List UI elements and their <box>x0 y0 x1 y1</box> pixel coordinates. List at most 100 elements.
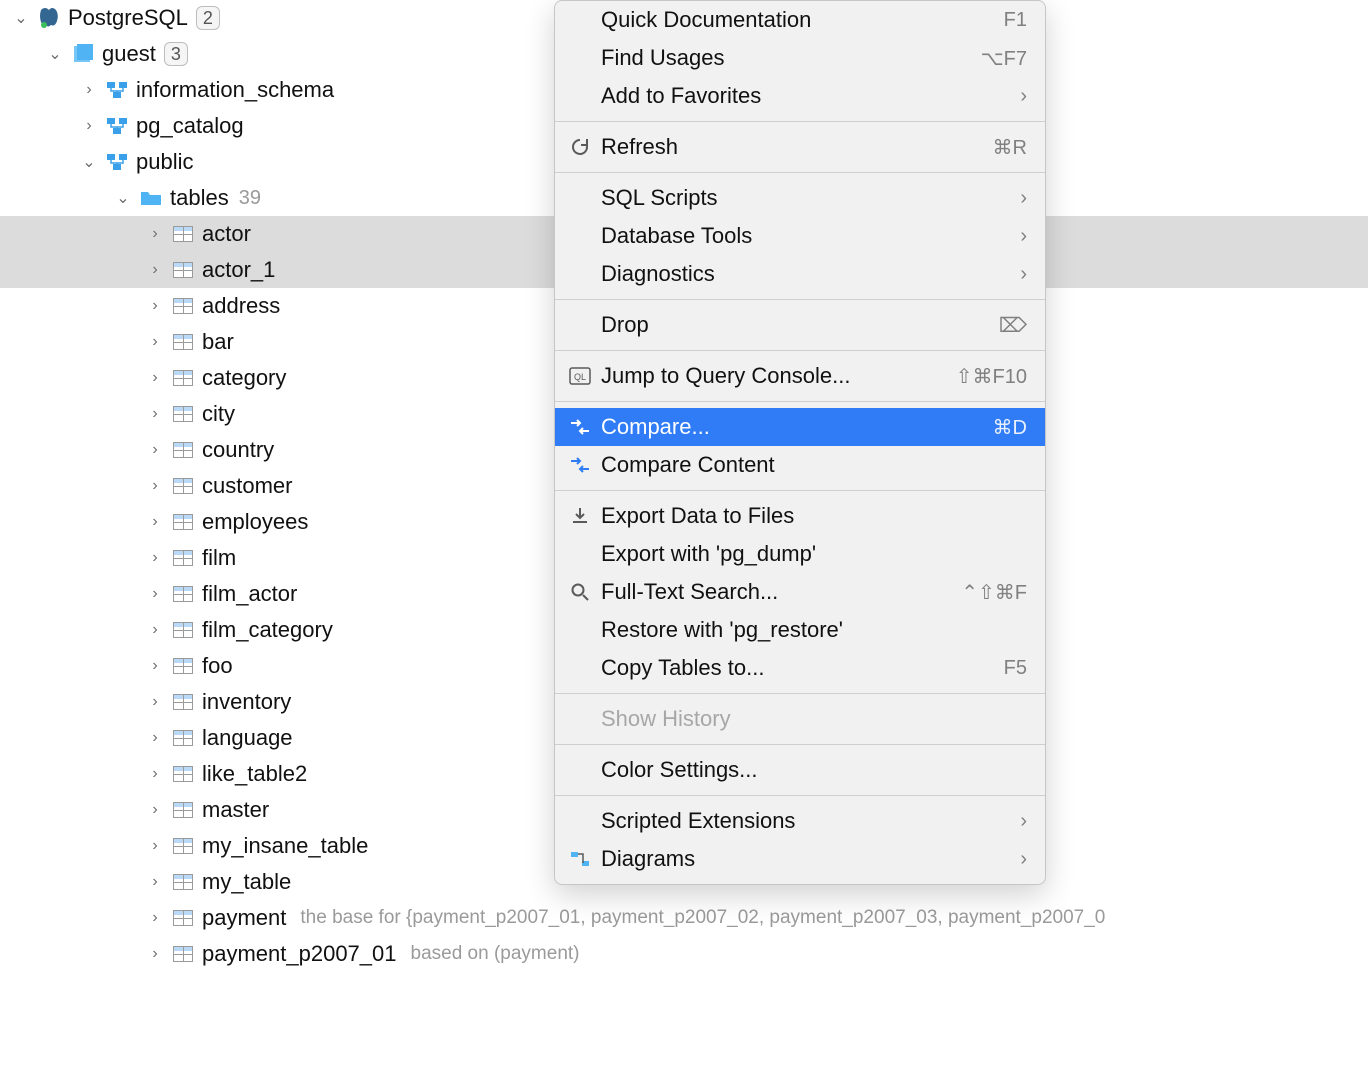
refresh-icon <box>567 137 593 157</box>
svg-text:QL: QL <box>574 372 586 382</box>
menu-item[interactable]: Diagrams› <box>555 840 1045 878</box>
expand-right-arrow[interactable]: › <box>140 513 170 531</box>
menu-item[interactable]: Scripted Extensions› <box>555 802 1045 840</box>
expand-right-arrow[interactable]: › <box>140 765 170 783</box>
tree-label: guest <box>102 41 156 67</box>
expand-down-arrow[interactable]: ⌄ <box>6 8 36 28</box>
menu-item[interactable]: SQL Scripts› <box>555 179 1045 217</box>
expand-right-arrow[interactable]: › <box>140 837 170 855</box>
tree-label: my_insane_table <box>202 833 368 859</box>
expand-right-arrow[interactable]: › <box>140 693 170 711</box>
tree-label: payment_p2007_01 <box>202 941 397 967</box>
tree-label: foo <box>202 653 233 679</box>
table-icon <box>170 223 196 245</box>
table-icon <box>170 331 196 353</box>
tree-label: film_category <box>202 617 333 643</box>
table-icon <box>170 403 196 425</box>
expand-right-arrow[interactable]: › <box>140 261 170 279</box>
expand-right-arrow[interactable]: › <box>140 441 170 459</box>
tree-label: film <box>202 545 236 571</box>
menu-item[interactable]: Quick DocumentationF1 <box>555 1 1045 39</box>
expand-right-arrow[interactable]: › <box>140 369 170 387</box>
expand-right-arrow[interactable]: › <box>140 729 170 747</box>
expand-right-arrow[interactable]: › <box>140 333 170 351</box>
menu-item[interactable]: Refresh⌘R <box>555 128 1045 166</box>
table-icon <box>170 259 196 281</box>
tree-label: public <box>136 149 193 175</box>
menu-separator <box>555 172 1045 173</box>
expand-right-arrow[interactable]: › <box>140 549 170 567</box>
menu-item[interactable]: Compare Content <box>555 446 1045 484</box>
row-suffix: the base for {payment_p2007_01, payment_… <box>300 907 1105 929</box>
menu-item[interactable]: Add to Favorites› <box>555 77 1045 115</box>
table-icon <box>170 763 196 785</box>
menu-label: Database Tools <box>601 223 1020 249</box>
menu-separator <box>555 693 1045 694</box>
expand-right-arrow[interactable]: › <box>74 117 104 135</box>
expand-right-arrow[interactable]: › <box>140 297 170 315</box>
expand-down-arrow[interactable]: ⌄ <box>74 152 104 172</box>
menu-separator <box>555 490 1045 491</box>
menu-item[interactable]: Drop⌦ <box>555 306 1045 344</box>
menu-item[interactable]: Export with 'pg_dump' <box>555 535 1045 573</box>
database-icon <box>70 43 96 65</box>
expand-right-arrow[interactable]: › <box>140 657 170 675</box>
tree-label: inventory <box>202 689 291 715</box>
menu-item[interactable]: Export Data to Files <box>555 497 1045 535</box>
tree-label: information_schema <box>136 77 334 103</box>
table-icon <box>170 583 196 605</box>
menu-label: Full-Text Search... <box>601 579 961 605</box>
menu-label: Add to Favorites <box>601 83 1020 109</box>
menu-shortcut: F1 <box>1004 9 1027 32</box>
menu-separator <box>555 299 1045 300</box>
tree-table[interactable]: ›payment_p2007_01based on (payment) <box>0 936 1368 972</box>
expand-right-arrow[interactable]: › <box>140 585 170 603</box>
menu-item[interactable]: Compare...⌘D <box>555 408 1045 446</box>
menu-label: Color Settings... <box>601 757 1027 783</box>
expand-right-arrow[interactable]: › <box>140 873 170 891</box>
compare-icon <box>567 418 593 436</box>
tree-label: pg_catalog <box>136 113 244 139</box>
menu-item[interactable]: QLJump to Query Console...⇧⌘F10 <box>555 357 1045 395</box>
expand-right-arrow[interactable]: › <box>74 81 104 99</box>
menu-separator <box>555 744 1045 745</box>
submenu-arrow-icon: › <box>1020 85 1027 108</box>
submenu-arrow-icon: › <box>1020 810 1027 833</box>
tree-label: city <box>202 401 235 427</box>
table-icon <box>170 907 196 929</box>
table-icon <box>170 727 196 749</box>
expand-right-arrow[interactable]: › <box>140 801 170 819</box>
expand-down-arrow[interactable]: ⌄ <box>108 188 138 208</box>
tree-label: my_table <box>202 869 291 895</box>
tree-label: category <box>202 365 286 391</box>
schema-icon <box>104 79 130 101</box>
expand-right-arrow[interactable]: › <box>140 945 170 963</box>
diagram-icon <box>567 850 593 868</box>
tree-label: customer <box>202 473 292 499</box>
submenu-arrow-icon: › <box>1020 225 1027 248</box>
context-menu: Quick DocumentationF1Find Usages⌥F7Add t… <box>554 0 1046 885</box>
expand-right-arrow[interactable]: › <box>140 477 170 495</box>
menu-item[interactable]: Database Tools› <box>555 217 1045 255</box>
count-badge: 2 <box>196 6 220 30</box>
menu-item[interactable]: Color Settings... <box>555 751 1045 789</box>
table-icon <box>170 835 196 857</box>
menu-shortcut: ⇧⌘F10 <box>956 364 1027 389</box>
menu-item[interactable]: Restore with 'pg_restore' <box>555 611 1045 649</box>
menu-label: Export Data to Files <box>601 503 1027 529</box>
expand-right-arrow[interactable]: › <box>140 621 170 639</box>
menu-item[interactable]: Copy Tables to...F5 <box>555 649 1045 687</box>
expand-right-arrow[interactable]: › <box>140 405 170 423</box>
schema-icon <box>104 115 130 137</box>
expand-right-arrow[interactable]: › <box>140 225 170 243</box>
expand-down-arrow[interactable]: ⌄ <box>40 44 70 64</box>
tree-table[interactable]: ›paymentthe base for {payment_p2007_01, … <box>0 900 1368 936</box>
tree-label: PostgreSQL <box>68 5 188 31</box>
tree-label: like_table2 <box>202 761 307 787</box>
expand-right-arrow[interactable]: › <box>140 909 170 927</box>
menu-item[interactable]: Full-Text Search...⌃⇧⌘F <box>555 573 1045 611</box>
table-icon <box>170 547 196 569</box>
menu-item[interactable]: Find Usages⌥F7 <box>555 39 1045 77</box>
menu-item[interactable]: Diagnostics› <box>555 255 1045 293</box>
table-icon <box>170 799 196 821</box>
